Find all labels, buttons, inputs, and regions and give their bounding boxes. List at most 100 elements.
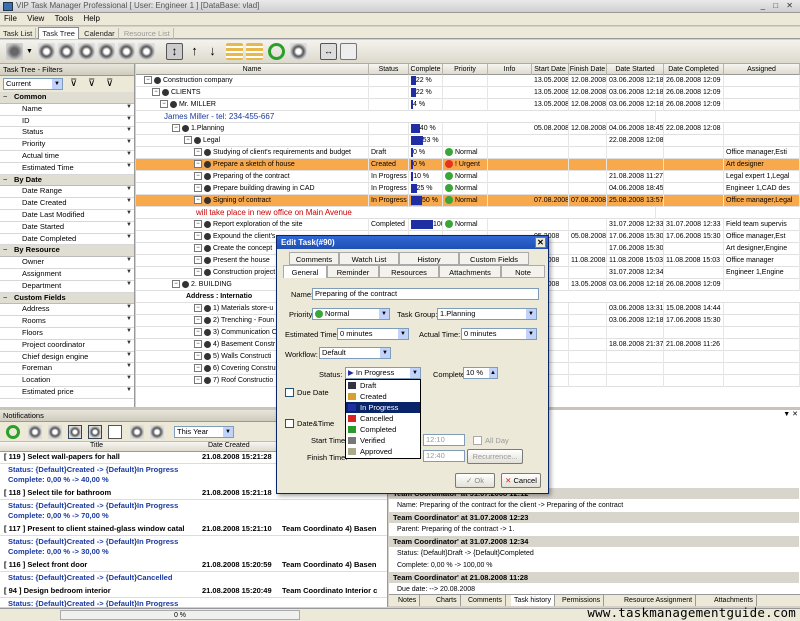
eye-edit-icon[interactable] [48, 425, 62, 439]
status-select[interactable]: ▶ In Progress ▼ [345, 367, 421, 379]
tab-comments[interactable]: Comments [289, 252, 339, 265]
tree-toggle-icon[interactable]: − [194, 376, 202, 385]
tree-toggle-icon[interactable]: − [194, 316, 202, 325]
outline-collapse-icon[interactable] [246, 43, 263, 60]
filter-current-select[interactable]: Current ▼ [3, 78, 63, 90]
eye-copy-icon[interactable] [118, 43, 135, 60]
dropdown-arrow-icon[interactable]: ▼ [126, 222, 132, 228]
tree-toggle-icon[interactable]: − [194, 160, 202, 169]
columns-icon[interactable] [340, 43, 357, 60]
filter-field[interactable]: ID ▼ [0, 115, 134, 128]
tree-toggle-icon[interactable]: − [194, 364, 202, 373]
filter-field[interactable]: Location ▼ [0, 375, 134, 387]
fit-width-icon[interactable]: ↔ [320, 43, 337, 60]
close-icon[interactable]: ✕ [535, 237, 546, 248]
filter-field[interactable]: Floors ▼ [0, 327, 134, 340]
expand-vertical-icon[interactable]: ↕ [166, 43, 183, 60]
filter-group-header[interactable]: By Resource [0, 245, 134, 258]
table-row[interactable]: − Report exploration of the site Completed… [136, 219, 800, 231]
filter-field[interactable]: Date Range ▼ [0, 186, 134, 199]
notification-item[interactable]: [ 117 ] Present to client stained-glass … [0, 524, 387, 536]
menu-file[interactable]: File [0, 13, 21, 24]
tree-toggle-icon[interactable]: − [144, 76, 152, 85]
history-entry-header[interactable]: Team Coordinator' at 31.07.2008 12:34 [389, 536, 799, 547]
cancel-button[interactable]: ✕ Cancel [501, 473, 541, 488]
status-option[interactable]: Cancelled [346, 413, 420, 424]
move-up-icon[interactable]: ↑ [186, 43, 203, 60]
name-field[interactable]: Preparing of the contract [312, 288, 539, 300]
tree-toggle-icon[interactable]: − [160, 100, 168, 109]
menu-tools[interactable]: Tools [51, 13, 78, 24]
document-icon[interactable] [108, 425, 122, 439]
dropdown-arrow-icon[interactable]: ▼ [126, 186, 132, 192]
col-title[interactable]: Title [90, 442, 103, 449]
eye-add-icon[interactable] [58, 43, 75, 60]
ok-button[interactable]: ✓ Ok [455, 473, 495, 488]
eye-icon[interactable] [38, 43, 55, 60]
tab-history[interactable]: History [399, 252, 459, 265]
col-date-started[interactable]: Date Started [607, 64, 664, 75]
status-option[interactable]: Created [346, 391, 420, 402]
status-option[interactable]: Approved [346, 446, 420, 457]
dropdown-arrow-icon[interactable]: ▼ [126, 281, 132, 287]
tree-toggle-icon[interactable]: − [194, 172, 202, 181]
tab-custom-fields[interactable]: Custom Fields [459, 252, 529, 265]
col-complete[interactable]: Complete [409, 64, 443, 75]
start-time-field[interactable]: 12:10 [423, 434, 465, 446]
eye-delete-icon[interactable] [150, 425, 164, 439]
status-option[interactable]: Verified [346, 435, 420, 446]
tree-toggle-icon[interactable]: − [194, 256, 202, 265]
eye-icon[interactable] [28, 425, 42, 439]
dropdown-arrow-icon[interactable]: ▼ [126, 316, 132, 322]
tab-resources[interactable]: Resources [379, 265, 439, 278]
col-priority[interactable]: Priority [443, 64, 488, 75]
dropdown-arrow-icon[interactable]: ▼ [126, 234, 132, 240]
workflow-select[interactable]: Default ▼ [319, 347, 391, 359]
dropdown-arrow-icon[interactable]: ▼ [126, 363, 132, 369]
dropdown-arrow-icon[interactable]: ▼ [126, 340, 132, 346]
table-row[interactable]: − Signing of contract In Progress 50 % Norma… [136, 195, 800, 207]
col-assigned[interactable]: Assigned [724, 64, 800, 75]
table-row[interactable]: − 1.Planning 40 % 05.08.2008 12.08.2008 04.06… [136, 123, 800, 135]
tab-note[interactable]: Note [501, 265, 545, 278]
recurrence-button[interactable]: Recurrence... [467, 449, 523, 464]
tab-task-tree[interactable]: Task Tree [38, 27, 79, 39]
filter-field[interactable]: Date Started ▼ [0, 221, 134, 234]
filter-field[interactable]: Estimated price ▼ [0, 386, 134, 399]
filter-field[interactable]: Actual time ▼ [0, 150, 134, 163]
filter-field[interactable]: Chief design engine ▼ [0, 351, 134, 364]
all-day-checkbox[interactable] [473, 436, 482, 445]
filter-field[interactable]: Priority ▼ [0, 139, 134, 151]
filter-field[interactable]: Estimated Time ▼ [0, 162, 134, 175]
tab-watch-list[interactable]: Watch List [339, 252, 399, 265]
priority-select[interactable]: Normal ▼ [312, 308, 390, 320]
actual-time-select[interactable]: 0 minutes ▼ [461, 328, 537, 340]
complete-field[interactable]: 10 % ▲ [463, 367, 498, 379]
tab-comments[interactable]: Comments [465, 595, 506, 606]
table-row[interactable]: − Prepare building drawing in CAD In Progr… [136, 183, 800, 195]
eye-delete-icon[interactable] [98, 43, 115, 60]
filter-field[interactable]: Date Created ▼ [0, 198, 134, 210]
status-option[interactable]: In Progress [346, 402, 420, 413]
eye-move-icon[interactable] [138, 43, 155, 60]
filter-group-header[interactable]: By Date [0, 174, 134, 187]
filter-field[interactable]: Name ▼ [0, 103, 134, 116]
filter-field[interactable]: Owner ▼ [0, 257, 134, 269]
table-row[interactable]: − Legal 53 % 22.08.2008 12:08 [136, 135, 800, 147]
filter-field[interactable]: Assignment ▼ [0, 268, 134, 281]
col-name[interactable]: Name [136, 64, 369, 75]
tree-toggle-icon[interactable]: − [194, 328, 202, 337]
estimated-time-select[interactable]: 0 minutes ▼ [337, 328, 409, 340]
notification-item[interactable]: [ 94 ] Design bedroom interior 21.08.2008… [0, 586, 387, 598]
dropdown-arrow-icon[interactable]: ▼ [126, 139, 132, 145]
due-date-checkbox[interactable] [285, 388, 294, 397]
table-row[interactable]: − CLIENTS 22 % 13.05.2008 12.08.2008 03.06.20… [136, 87, 800, 99]
tree-toggle-icon[interactable]: − [194, 304, 202, 313]
window-controls[interactable]: _ □ ✕ [761, 1, 796, 10]
dropdown-arrow-icon[interactable]: ▼ [126, 269, 132, 275]
finish-time-field[interactable]: 12:40 [423, 450, 465, 462]
eye-filter-icon[interactable] [68, 425, 82, 439]
col-finish-date[interactable]: Finish Date [569, 64, 607, 75]
tab-calendar[interactable]: Calendar [81, 28, 119, 39]
dropdown-arrow-icon[interactable]: ▼ [26, 43, 34, 60]
